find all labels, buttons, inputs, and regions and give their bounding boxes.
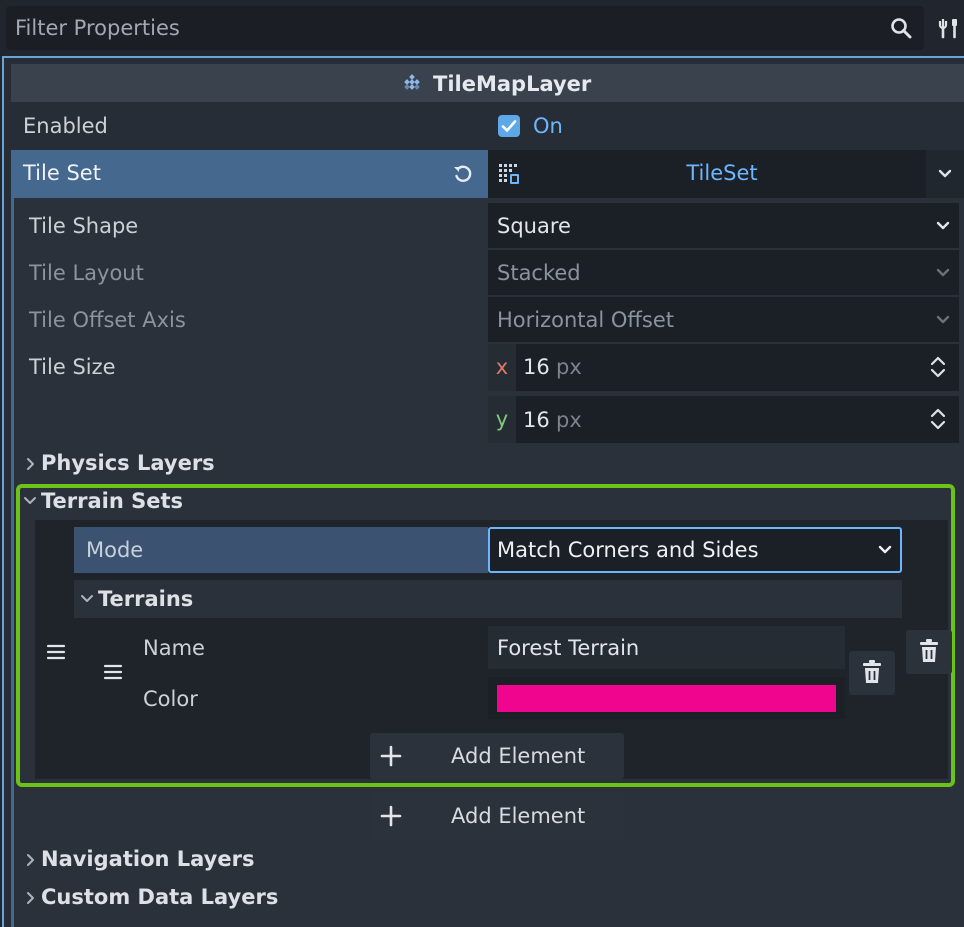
terrain-sets-section[interactable]: Terrain Sets <box>41 489 183 513</box>
tile-size-x-unit: px <box>556 355 582 379</box>
enabled-label: Enabled <box>23 114 108 138</box>
enabled-checkbox[interactable] <box>498 115 520 137</box>
tile-size-y-value[interactable]: 16 <box>523 408 550 432</box>
tile-size-y-unit: px <box>556 408 582 432</box>
terrains-section[interactable]: Terrains <box>98 587 193 611</box>
tile-shape-label: Tile Shape <box>29 214 139 238</box>
physics-layers-section[interactable]: Physics Layers <box>41 451 215 475</box>
terrain-name-value[interactable]: Forest Terrain <box>497 636 639 660</box>
chevron-down-icon[interactable] <box>23 495 37 505</box>
spinner-arrows-icon[interactable] <box>929 408 947 430</box>
chevron-down-icon <box>935 220 951 232</box>
tools-icon[interactable] <box>938 17 960 39</box>
plus-icon <box>380 805 402 827</box>
chevron-right-icon[interactable] <box>25 457 35 471</box>
tile-offset-axis-value: Horizontal Offset <box>497 308 674 332</box>
drag-handle-icon[interactable] <box>46 643 66 661</box>
trash-icon[interactable] <box>918 639 940 663</box>
enabled-value[interactable]: On <box>533 114 563 138</box>
drag-handle-icon[interactable] <box>103 663 123 681</box>
tile-size-label: Tile Size <box>29 355 116 379</box>
chevron-right-icon[interactable] <box>25 853 35 867</box>
terrain-color-swatch[interactable] <box>497 685 836 712</box>
plus-icon <box>380 745 402 767</box>
chevron-down-icon <box>937 168 953 180</box>
add-terrain-set-label[interactable]: Add Element <box>451 804 585 828</box>
chevron-down-icon <box>935 267 951 279</box>
terrain-color-label: Color <box>143 687 198 711</box>
revert-icon[interactable] <box>452 163 474 185</box>
trash-icon[interactable] <box>861 660 883 684</box>
chevron-down-icon[interactable] <box>80 593 94 603</box>
add-terrain-label[interactable]: Add Element <box>451 744 585 768</box>
y-axis-tag: y <box>488 396 516 443</box>
mode-label: Mode <box>86 538 144 562</box>
search-icon[interactable] <box>890 17 912 39</box>
mode-value[interactable]: Match Corners and Sides <box>497 538 759 562</box>
spinner-arrows-icon[interactable] <box>929 356 947 378</box>
tileset-label: Tile Set <box>23 161 101 185</box>
navigation-layers-section[interactable]: Navigation Layers <box>41 847 254 871</box>
terrain-name-label: Name <box>143 636 205 660</box>
tile-layout-label: Tile Layout <box>29 261 144 285</box>
chevron-down-icon <box>877 544 893 556</box>
filter-placeholder: Filter Properties <box>15 16 180 40</box>
tilemaplayer-icon <box>401 74 423 94</box>
terrains-header[interactable] <box>74 580 902 618</box>
tile-shape-value[interactable]: Square <box>497 214 571 238</box>
tile-layout-value: Stacked <box>497 261 581 285</box>
chevron-down-icon <box>935 314 951 326</box>
custom-data-layers-section[interactable]: Custom Data Layers <box>41 885 278 909</box>
x-axis-tag: x <box>488 344 516 391</box>
chevron-right-icon[interactable] <box>25 891 35 905</box>
class-title: TileMapLayer <box>433 72 592 96</box>
tile-size-x-value[interactable]: 16 <box>523 355 550 379</box>
tileset-value[interactable]: TileSet <box>488 161 956 185</box>
tile-offset-axis-label: Tile Offset Axis <box>29 308 186 332</box>
